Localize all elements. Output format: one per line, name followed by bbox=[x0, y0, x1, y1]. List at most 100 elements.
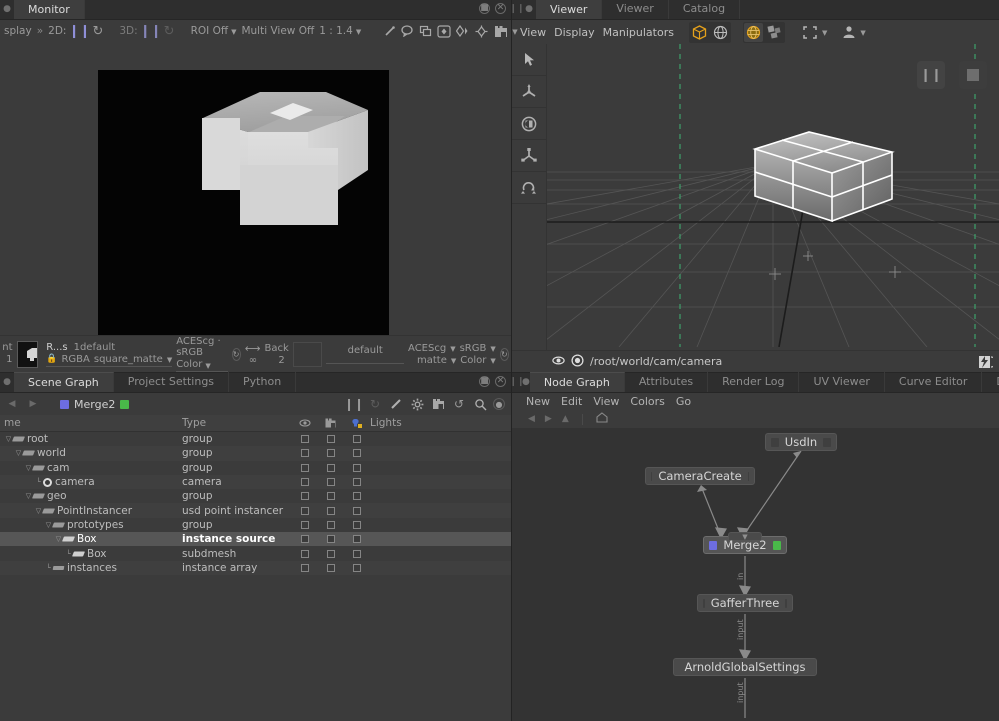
checkbox[interactable] bbox=[353, 521, 361, 529]
row-checkbox[interactable] bbox=[344, 507, 370, 515]
aces-right-label[interactable]: ACEScg bbox=[408, 343, 446, 354]
checkbox[interactable] bbox=[327, 550, 335, 558]
close-icon[interactable]: ✕ bbox=[495, 376, 506, 387]
menu-edit[interactable]: Edit bbox=[561, 395, 582, 408]
checkbox[interactable] bbox=[327, 478, 335, 486]
menu-colors[interactable]: Colors bbox=[630, 395, 664, 408]
row-checkbox[interactable] bbox=[318, 435, 344, 443]
checkbox[interactable] bbox=[301, 521, 309, 529]
row-checkbox[interactable] bbox=[292, 521, 318, 529]
light-link-icon[interactable] bbox=[344, 418, 370, 429]
row-checkbox[interactable] bbox=[318, 535, 344, 543]
monitor-overflow-chevrons[interactable]: » bbox=[37, 25, 43, 37]
panel-options-icon[interactable]: ● bbox=[493, 398, 505, 410]
wireframe-globe-icon[interactable] bbox=[744, 23, 763, 42]
eye-icon[interactable] bbox=[552, 355, 565, 369]
node-arnoldglobalsettings[interactable]: ArnoldGlobalSettings bbox=[673, 658, 817, 676]
chevron-down-icon[interactable]: ▼ bbox=[451, 357, 456, 365]
column-header-type[interactable]: Type bbox=[182, 417, 292, 429]
panel-drag-handle[interactable]: ❙❙ bbox=[512, 372, 522, 392]
fstop-icon[interactable] bbox=[979, 356, 993, 368]
color-right-label[interactable]: Color bbox=[460, 355, 486, 366]
forward-arrow-icon[interactable]: ▶ bbox=[545, 414, 552, 424]
table-row[interactable]: ▽camgroup bbox=[0, 461, 511, 475]
matte-label[interactable]: square_matte bbox=[94, 354, 163, 365]
copy-icon[interactable] bbox=[419, 23, 432, 39]
menu-manipulators[interactable]: Manipulators bbox=[603, 26, 674, 39]
tab-viewer-2[interactable]: Viewer bbox=[602, 0, 668, 19]
tab-python[interactable]: Python bbox=[229, 372, 296, 392]
row-checkbox[interactable] bbox=[318, 550, 344, 558]
checkbox[interactable] bbox=[327, 507, 335, 515]
row-checkbox[interactable] bbox=[292, 535, 318, 543]
row-checkbox[interactable] bbox=[292, 435, 318, 443]
checkbox[interactable] bbox=[301, 464, 309, 472]
node-merge2[interactable]: ▼ Merge2 bbox=[703, 536, 787, 554]
row-checkbox[interactable] bbox=[292, 492, 318, 500]
person-dropdown[interactable]: ▼ bbox=[841, 24, 865, 40]
menu-new[interactable]: New bbox=[526, 395, 550, 408]
monitor-viewport[interactable] bbox=[0, 42, 511, 335]
chevron-down-icon[interactable]: ▼ bbox=[205, 362, 210, 370]
checkbox[interactable] bbox=[327, 521, 335, 529]
maximize-icon[interactable]: ■ bbox=[479, 376, 490, 387]
tab-project-settings[interactable]: Project Settings bbox=[114, 372, 229, 392]
table-row[interactable]: └Boxsubdmesh bbox=[0, 546, 511, 560]
rotate-icon[interactable] bbox=[512, 108, 546, 140]
menu-go[interactable]: Go bbox=[676, 395, 691, 408]
back-arrow-icon[interactable]: ◀ bbox=[4, 396, 20, 412]
srgb-right-label[interactable]: sRGB bbox=[460, 343, 487, 354]
checkbox[interactable] bbox=[301, 435, 309, 443]
table-row[interactable]: └instancesinstance array bbox=[0, 561, 511, 575]
multiview-label[interactable]: Multi View Off bbox=[241, 25, 314, 37]
row-checkbox[interactable] bbox=[344, 535, 370, 543]
scene-graph-panel-menu-icon[interactable]: ● bbox=[0, 372, 14, 392]
node-graph-canvas[interactable]: in input input UsdIn CameraCreate bbox=[512, 428, 999, 721]
checkbox[interactable] bbox=[353, 435, 361, 443]
row-checkbox[interactable] bbox=[292, 564, 318, 572]
refresh-icon[interactable]: ↻ bbox=[367, 396, 383, 412]
tab-monitor[interactable]: Monitor bbox=[14, 0, 85, 19]
globe-icon[interactable] bbox=[711, 23, 730, 42]
compare-arrows-icon[interactable]: ⟷ bbox=[245, 342, 261, 355]
menu-view[interactable]: View bbox=[520, 26, 546, 39]
chevron-down-icon[interactable]: ▼ bbox=[450, 345, 455, 353]
pause-icon[interactable]: ❙❙ bbox=[917, 61, 945, 89]
checkbox[interactable] bbox=[353, 492, 361, 500]
roi-dropdown[interactable]: ROI Off ▼ bbox=[191, 25, 237, 37]
tab-node-graph[interactable]: Node Graph bbox=[530, 372, 625, 392]
checkbox[interactable] bbox=[353, 449, 361, 457]
compare-default-label[interactable]: default bbox=[348, 345, 383, 356]
checkbox[interactable] bbox=[327, 535, 335, 543]
compare-thumbnail[interactable] bbox=[293, 342, 323, 367]
menu-view[interactable]: View bbox=[593, 395, 619, 408]
checkbox[interactable] bbox=[353, 507, 361, 515]
breadcrumb[interactable]: Merge2 bbox=[74, 398, 115, 411]
checkbox[interactable] bbox=[327, 464, 335, 472]
rgba-label[interactable]: RGBA bbox=[61, 354, 89, 365]
matte-right-label[interactable]: matte bbox=[417, 355, 447, 366]
checkbox[interactable] bbox=[327, 435, 335, 443]
node-gafferthree[interactable]: GafferThree bbox=[697, 594, 793, 612]
checkbox[interactable] bbox=[301, 550, 309, 558]
tab-curve-editor[interactable]: Curve Editor bbox=[885, 372, 983, 392]
tab-scene-graph[interactable]: Scene Graph bbox=[14, 372, 114, 392]
lock-icon[interactable]: 🔒 bbox=[46, 354, 57, 364]
shading-icon[interactable] bbox=[765, 23, 784, 42]
cube-icon[interactable] bbox=[690, 23, 709, 42]
table-row[interactable]: ▽geogroup bbox=[0, 489, 511, 503]
checkbox[interactable] bbox=[301, 478, 309, 486]
table-row[interactable]: ▽prototypesgroup bbox=[0, 518, 511, 532]
row-checkbox[interactable] bbox=[292, 550, 318, 558]
row-checkbox[interactable] bbox=[292, 507, 318, 515]
row-checkbox[interactable] bbox=[318, 492, 344, 500]
checkbox[interactable] bbox=[353, 535, 361, 543]
search-icon[interactable] bbox=[472, 396, 488, 412]
forward-arrow-icon[interactable]: ▶ bbox=[25, 396, 41, 412]
panel-drag-handle[interactable]: ❙❙ bbox=[512, 0, 522, 19]
checkbox[interactable] bbox=[353, 550, 361, 558]
select-arrow-icon[interactable] bbox=[512, 44, 546, 76]
bounds-dropdown[interactable]: ▼ bbox=[801, 24, 827, 40]
camera-icon[interactable] bbox=[430, 396, 446, 412]
column-header-lights[interactable]: Lights bbox=[370, 417, 511, 429]
